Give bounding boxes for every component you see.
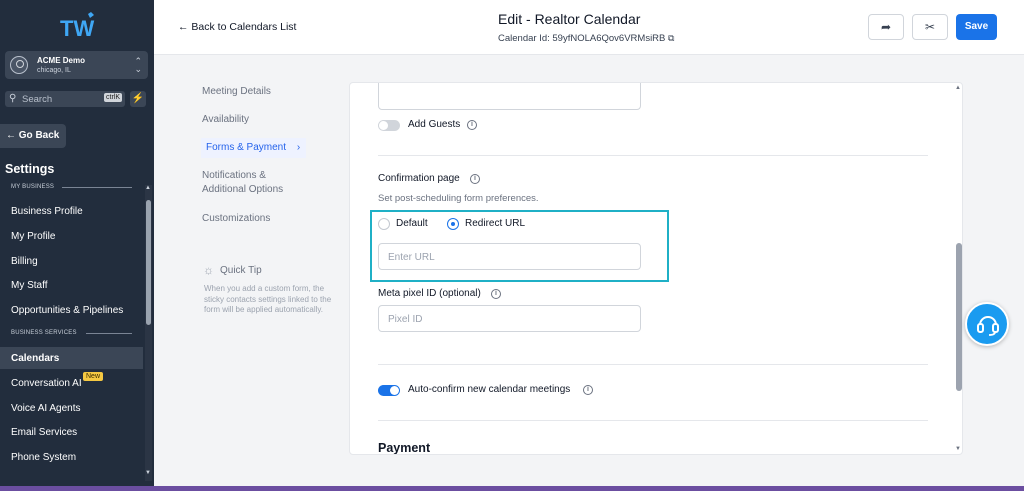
sidebar-item-voice-ai-agents[interactable]: Voice AI Agents <box>0 397 143 419</box>
section-divider <box>62 187 132 188</box>
share-icon: ➦ <box>880 20 892 34</box>
account-switcher[interactable]: ACME Demo chicago, IL ⌃ ⌄ <box>5 51 148 79</box>
meta-pixel-label: Meta pixel ID (optional) <box>378 288 481 299</box>
quick-tip-title: Quick Tip <box>220 265 262 276</box>
account-name: ACME Demo <box>37 56 86 65</box>
sidebar-item-business-profile[interactable]: Business Profile <box>0 200 143 222</box>
confirmation-help: Set post-scheduling form preferences. <box>378 193 539 204</box>
info-icon[interactable]: i <box>470 174 480 184</box>
svg-text:TW: TW <box>60 16 94 41</box>
arrow-left-icon: ← <box>178 21 189 33</box>
search-icon: ⚲ <box>9 93 17 104</box>
add-guests-toggle[interactable] <box>378 120 400 131</box>
back-label: Back to Calendars List <box>191 21 297 33</box>
section-business-services: BUSINESS SERVICES <box>11 330 77 336</box>
subnav-meeting-details[interactable]: Meeting Details <box>202 85 271 99</box>
sidebar-item-phone-system[interactable]: Phone System <box>0 446 143 468</box>
radio-redirect-label: Redirect URL <box>465 218 526 229</box>
share-button[interactable]: ➦ <box>868 14 904 40</box>
sidebar-item-calendars[interactable]: Calendars <box>0 347 143 369</box>
textarea-field[interactable] <box>378 83 641 110</box>
subnav-notifications-line1: Notifications & <box>202 170 266 181</box>
brand-logo: TW <box>60 12 94 41</box>
search-placeholder: Search <box>22 94 53 105</box>
subnav-customizations[interactable]: Customizations <box>202 212 270 226</box>
toggle-knob <box>379 121 388 130</box>
divider <box>378 364 928 365</box>
headset-icon <box>977 316 999 336</box>
new-badge: New <box>83 372 104 381</box>
sidebar-scrollbar-thumb[interactable] <box>146 200 151 325</box>
sidebar-item-billing[interactable]: Billing <box>0 250 143 272</box>
subnav-notifications-line2: Additional Options <box>202 184 284 195</box>
subnav-forms-payment[interactable]: Forms & Payment › <box>201 138 307 158</box>
add-guests-label: Add Guests <box>408 119 461 130</box>
info-icon[interactable]: i <box>583 385 593 395</box>
card-scrollbar-thumb[interactable] <box>956 243 962 391</box>
arrow-left-icon: ← <box>6 130 16 141</box>
go-back-button[interactable]: ← Go Back <box>0 124 66 148</box>
tools-icon: ✂ <box>924 20 936 34</box>
subnav-forms-payment-label: Forms & Payment <box>206 142 287 153</box>
forms-payment-card: Add Guests i Confirmation page i Set pos… <box>349 82 963 455</box>
confirmation-page-title: Confirmation page <box>378 173 460 184</box>
bottom-strip <box>0 486 1024 491</box>
toggle-knob <box>390 386 399 395</box>
chevron-right-icon: › <box>296 142 301 153</box>
support-chat-button[interactable] <box>965 302 1009 346</box>
sidebar-item-my-profile[interactable]: My Profile <box>0 225 143 247</box>
auto-confirm-label: Auto-confirm new calendar meetings <box>408 384 571 395</box>
radio-redirect-url[interactable] <box>447 218 459 230</box>
search-shortcut: ctrlK <box>104 93 122 102</box>
subnav-notifications[interactable]: Notifications & Additional Options <box>202 169 283 197</box>
back-to-calendars-button[interactable]: ← Back to Calendars List <box>172 14 302 40</box>
scroll-up-icon[interactable]: ▲ <box>955 85 961 91</box>
subnav-availability[interactable]: Availability <box>202 113 249 127</box>
pixel-id-input[interactable]: Pixel ID <box>378 305 641 332</box>
sidebar-item-my-staff[interactable]: My Staff <box>0 274 143 296</box>
info-icon[interactable]: i <box>491 289 501 299</box>
calendar-id-text: Calendar Id: 59yfNOLA6Qov6VRMsiRB <box>498 33 666 44</box>
payment-title: Payment <box>378 441 431 455</box>
sidebar-item-email-services[interactable]: Email Services <box>0 421 143 443</box>
sidebar-item-opportunities[interactable]: Opportunities & Pipelines <box>0 299 143 321</box>
redirect-url-input[interactable]: Enter URL <box>378 243 641 270</box>
lightbulb-icon: ☼ <box>203 263 214 277</box>
sidebar-item-conversation-ai[interactable]: Conversation AI <box>0 372 143 394</box>
info-icon[interactable]: i <box>467 120 477 130</box>
go-back-label: Go Back <box>18 130 60 141</box>
divider <box>378 420 928 421</box>
radio-default-label: Default <box>396 218 428 229</box>
account-avatar-icon <box>10 56 28 74</box>
radio-default[interactable] <box>378 218 390 230</box>
scroll-up-icon[interactable]: ▲ <box>145 185 151 191</box>
calendar-id: Calendar Id: 59yfNOLA6Qov6VRMsiRB ⧉ <box>498 33 674 44</box>
quick-action-bolt-icon[interactable]: ⚡ <box>130 91 146 107</box>
save-button[interactable]: Save <box>956 14 997 40</box>
auto-confirm-toggle[interactable] <box>378 385 400 396</box>
chevron-up-down-icon: ⌃ ⌄ <box>134 56 142 74</box>
divider <box>378 155 928 156</box>
quick-tip-text: When you add a custom form, the sticky c… <box>204 284 332 314</box>
scroll-down-icon[interactable]: ▼ <box>955 446 961 452</box>
account-location: chicago, IL <box>37 67 71 74</box>
search-input[interactable]: ⚲ Search ctrlK <box>5 91 125 107</box>
sidebar: TW ACME Demo chicago, IL ⌃ ⌄ ⚲ Search ctr… <box>0 0 154 491</box>
section-my-business: MY BUSINESS <box>11 184 55 190</box>
settings-title: Settings <box>5 162 55 176</box>
page-title: Edit - Realtor Calendar <box>498 11 641 27</box>
scroll-down-icon[interactable]: ▼ <box>145 470 151 476</box>
tools-button[interactable]: ✂ <box>912 14 948 40</box>
page-header: ← Back to Calendars List Edit - Realtor … <box>154 0 1024 55</box>
copy-icon[interactable]: ⧉ <box>668 33 674 43</box>
section-divider <box>86 333 132 334</box>
